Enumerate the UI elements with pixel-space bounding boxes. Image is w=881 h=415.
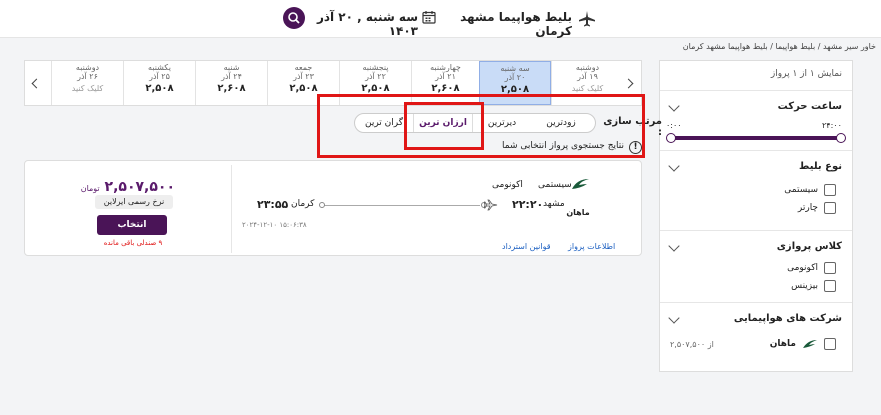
refund-rules-link[interactable]: قوانین استرداد <box>502 242 551 251</box>
select-flight-button[interactable]: انتخاب <box>97 215 167 235</box>
airlines-title: شرکت های هواپیمایی <box>733 313 842 324</box>
search-icon <box>288 12 300 24</box>
breadcrumb[interactable]: خاور سیر مشهد / بلیط هواپیما / بلیط هواپ… <box>660 42 876 51</box>
time-min-label: ۰:۰۰ <box>666 121 682 130</box>
filter-option-mahan[interactable]: ماهان از ۲,۵۰۷,۵۰۰ <box>660 335 852 353</box>
date-cell[interactable]: دوشنبه ۲۶ آذر کلیک کنید <box>51 61 123 105</box>
airplane-icon <box>484 199 498 211</box>
filter-option-charter[interactable]: چارتر <box>660 199 852 217</box>
chevron-down-icon <box>668 240 680 252</box>
path-dot <box>319 202 325 208</box>
flight-info-link[interactable]: اطلاعات پرواز <box>568 242 615 251</box>
checkbox[interactable] <box>824 338 836 350</box>
ticket-type-title: نوع بلیط <box>799 161 842 172</box>
ticket-type-section: نوع بلیط سیستمی چارتر <box>660 151 852 231</box>
departure-time: ۲۲:۲۰ <box>512 198 544 211</box>
results-count: نمایش ۱ از ۱ پرواز <box>770 69 842 79</box>
airline-name: ماهان <box>566 208 590 217</box>
chevron-left-icon[interactable] <box>31 78 42 89</box>
airlines-header[interactable]: شرکت های هواپیمایی <box>660 303 852 335</box>
airline-filter-price: از ۲,۵۰۷,۵۰۰ <box>670 339 714 349</box>
flight-price: ۲,۵۰۷,۵۰۰ <box>104 179 175 195</box>
mahan-logo-icon <box>571 176 589 192</box>
time-filter-section: ساعت حرکت ۰:۰۰ ۲۴:۰۰ <box>660 91 852 151</box>
checkbox[interactable] <box>824 202 836 214</box>
route-title: بلیط هواپیما مشهد کرمان <box>460 10 572 38</box>
checkbox[interactable] <box>824 184 836 196</box>
search-date: سه شنبه , ۲۰ آذر ۱۴۰۳ <box>316 10 418 38</box>
seats-left: ۹ صندلی باقی مانده <box>103 239 163 247</box>
filter-option-systemic[interactable]: سیستمی <box>660 181 852 199</box>
ticket-type-header[interactable]: نوع بلیط <box>660 151 852 181</box>
filter-sidebar: نمایش ۱ از ۱ پرواز ساعت حرکت ۰:۰۰ ۲۴:۰۰ … <box>659 60 853 372</box>
date-cell[interactable]: شنبه ۲۴ آذر ۲,۶۰۸ <box>195 61 267 105</box>
ticket-type-label: سیستمی <box>538 180 572 190</box>
destination-city: کرمان <box>291 199 315 209</box>
top-header: بلیط هواپیما مشهد کرمان سه شنبه , ۲۰ آذر… <box>0 0 881 38</box>
flight-path-line <box>324 205 480 206</box>
chevron-down-icon <box>668 100 680 112</box>
chevron-down-icon <box>668 160 680 172</box>
search-button[interactable] <box>283 7 305 29</box>
flight-class-header[interactable]: کلاس پروازی <box>660 231 852 259</box>
flight-class-section: کلاس پروازی اکونومی بیزینس <box>660 231 852 303</box>
chevron-down-icon <box>668 312 680 324</box>
airlines-section: شرکت های هواپیمایی ماهان از ۲,۵۰۷,۵۰۰ <box>660 303 852 371</box>
flight-datetime: ۲۰۲۴-۱۲-۱۰ ۱۵:۰۶:۳۸ <box>242 221 307 229</box>
highlight-box-cheapest <box>404 102 484 150</box>
origin-city: مشهد <box>543 199 565 209</box>
flight-class-title: کلاس پروازی <box>776 241 842 252</box>
arrival-time: ۲۳:۵۵ <box>257 198 289 211</box>
cabin-class-label: اکونومی <box>492 180 523 190</box>
slider-handle-min[interactable] <box>666 133 676 143</box>
date-cell[interactable]: یکشنبه ۲۵ آذر ۲,۵۰۸ <box>123 61 195 105</box>
price-block: ۲,۵۰۷,۵۰۰ تومان <box>81 179 175 195</box>
card-divider <box>231 165 232 253</box>
calendar-icon <box>422 11 436 24</box>
airline-filter-name: ماهان <box>769 339 796 349</box>
time-range-slider[interactable] <box>666 133 846 143</box>
currency-label: تومان <box>80 184 100 193</box>
airplane-icon <box>579 11 595 27</box>
checkbox[interactable] <box>824 280 836 292</box>
filter-option-business[interactable]: بیزینس <box>660 277 852 295</box>
results-count-section: نمایش ۱ از ۱ پرواز <box>660 61 852 91</box>
checkbox[interactable] <box>824 262 836 274</box>
chevron-right-icon[interactable] <box>623 78 634 89</box>
filter-option-economy[interactable]: اکونومی <box>660 259 852 277</box>
time-max-label: ۲۴:۰۰ <box>822 121 842 130</box>
time-filter-title: ساعت حرکت <box>777 101 842 112</box>
slider-handle-max[interactable] <box>836 133 846 143</box>
time-filter-header[interactable]: ساعت حرکت <box>660 91 852 112</box>
fare-badge: نرخ رسمی ایرلاین <box>95 195 173 209</box>
mahan-logo-icon <box>803 340 817 348</box>
